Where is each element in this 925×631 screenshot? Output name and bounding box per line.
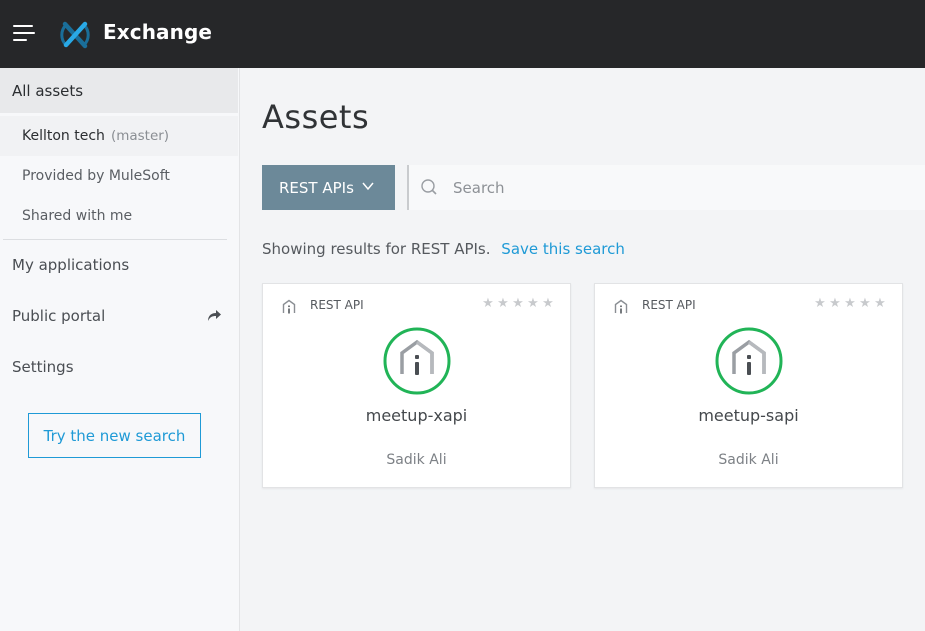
hamburger-menu-icon[interactable] xyxy=(13,24,35,44)
sidebar-divider xyxy=(3,239,227,240)
star-icon[interactable]: ★ xyxy=(873,296,887,311)
star-icon[interactable]: ★ xyxy=(828,296,842,311)
sidebar: All assets Kellton tech (master) Provide… xyxy=(0,68,240,631)
star-icon[interactable]: ★ xyxy=(813,296,827,311)
page-title: Assets xyxy=(262,98,370,136)
star-icon[interactable]: ★ xyxy=(843,296,857,311)
asset-type-label: REST API xyxy=(310,298,364,312)
star-icon[interactable]: ★ xyxy=(858,296,872,311)
save-search-link[interactable]: Save this search xyxy=(501,240,625,258)
asset-owner: Sadik Ali xyxy=(386,452,447,468)
external-share-icon[interactable] xyxy=(206,308,222,322)
star-rating[interactable]: ★ ★ ★ ★ ★ xyxy=(481,296,555,311)
sidebar-item-label: Shared with me xyxy=(22,208,133,224)
asset-name[interactable]: meetup-sapi xyxy=(595,406,902,425)
star-rating[interactable]: ★ ★ ★ ★ ★ xyxy=(813,296,887,311)
sidebar-item-provided-by-mulesoft[interactable]: Provided by MuleSoft xyxy=(0,156,238,196)
sidebar-item-settings[interactable]: Settings xyxy=(12,358,74,376)
results-summary: Showing results for REST APIs. Save this… xyxy=(262,240,625,258)
sidebar-item-label: Provided by MuleSoft xyxy=(22,168,170,184)
star-icon[interactable]: ★ xyxy=(481,296,495,311)
search-input[interactable] xyxy=(453,165,913,210)
star-icon[interactable]: ★ xyxy=(541,296,555,311)
rest-api-icon xyxy=(383,327,451,395)
sidebar-item-shared-with-me[interactable]: Shared with me xyxy=(0,196,238,236)
asset-owner: Sadik Ali xyxy=(718,452,779,468)
exchange-logo-icon[interactable] xyxy=(60,20,90,50)
rest-api-icon xyxy=(715,327,783,395)
star-icon[interactable]: ★ xyxy=(526,296,540,311)
asset-name[interactable]: meetup-xapi xyxy=(263,406,570,425)
sidebar-item-my-applications[interactable]: My applications xyxy=(12,256,129,274)
asset-type-dropdown[interactable]: REST APIs xyxy=(262,165,395,210)
top-navigation-bar: Exchange xyxy=(0,0,925,68)
rest-api-icon xyxy=(614,299,628,314)
chevron-down-icon xyxy=(362,182,374,191)
org-role-label: (master) xyxy=(110,128,170,144)
sidebar-item-public-portal[interactable]: Public portal xyxy=(12,307,105,325)
try-new-search-button[interactable]: Try the new search xyxy=(28,413,201,458)
asset-type-label: REST API xyxy=(642,298,696,312)
search-bar xyxy=(407,165,925,210)
asset-card[interactable]: REST API ★ ★ ★ ★ ★ meetup-sapi Sadik Ali xyxy=(594,283,903,488)
app-title[interactable]: Exchange xyxy=(103,20,212,44)
sidebar-item-label: All assets xyxy=(12,81,84,100)
star-icon[interactable]: ★ xyxy=(496,296,510,311)
sidebar-item-all-assets[interactable]: All assets xyxy=(0,68,238,113)
search-icon xyxy=(421,179,437,195)
rest-api-icon xyxy=(282,299,296,314)
sidebar-item-kellton-tech[interactable]: Kellton tech (master) xyxy=(0,116,238,156)
sidebar-item-label: Kellton tech xyxy=(22,128,105,144)
asset-type-selected: REST APIs xyxy=(279,178,354,197)
star-icon[interactable]: ★ xyxy=(511,296,525,311)
asset-card[interactable]: REST API ★ ★ ★ ★ ★ meetup-xapi Sadik Ali xyxy=(262,283,571,488)
results-text: Showing results for REST APIs. xyxy=(262,240,491,258)
